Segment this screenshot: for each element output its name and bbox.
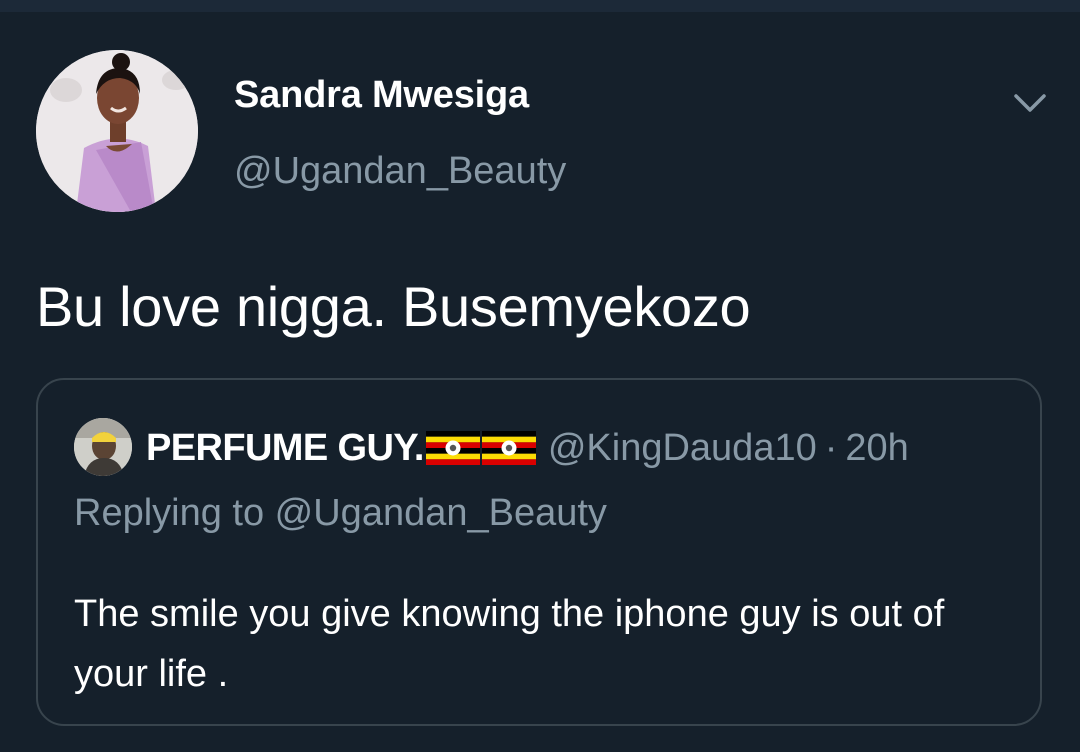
tweet[interactable]: Sandra Mwesiga @Ugandan_Beauty Bu love n…: [0, 12, 1080, 752]
author-avatar[interactable]: [36, 50, 198, 212]
quoted-tweet-time[interactable]: 20h: [845, 427, 908, 470]
uganda-flag-icon: [425, 431, 480, 465]
quoted-author-name[interactable]: PERFUME GUY.: [146, 427, 424, 470]
replying-to: Replying to @Ugandan_Beauty: [74, 492, 607, 534]
quoted-author-avatar: [74, 418, 132, 476]
chevron-down-icon[interactable]: [1010, 88, 1050, 118]
quoted-tweet-header: PERFUME GUY. @KingDauda10 · 20h: [146, 420, 909, 476]
quoted-tweet[interactable]: PERFUME GUY. @KingDauda10 · 20h Replying…: [36, 378, 1042, 726]
author-name[interactable]: Sandra Mwesiga: [234, 74, 529, 117]
separator-dot: ·: [824, 426, 838, 469]
tweet-text: Bu love nigga. Busemyekozo: [36, 275, 751, 338]
uganda-flag-icon: [481, 431, 536, 465]
top-divider: [0, 0, 1080, 12]
flag-emojis: [425, 431, 536, 465]
quoted-tweet-text: The smile you give knowing the iphone gu…: [74, 593, 945, 695]
quoted-author-handle[interactable]: @KingDauda10: [548, 427, 817, 470]
author-handle[interactable]: @Ugandan_Beauty: [234, 150, 566, 193]
